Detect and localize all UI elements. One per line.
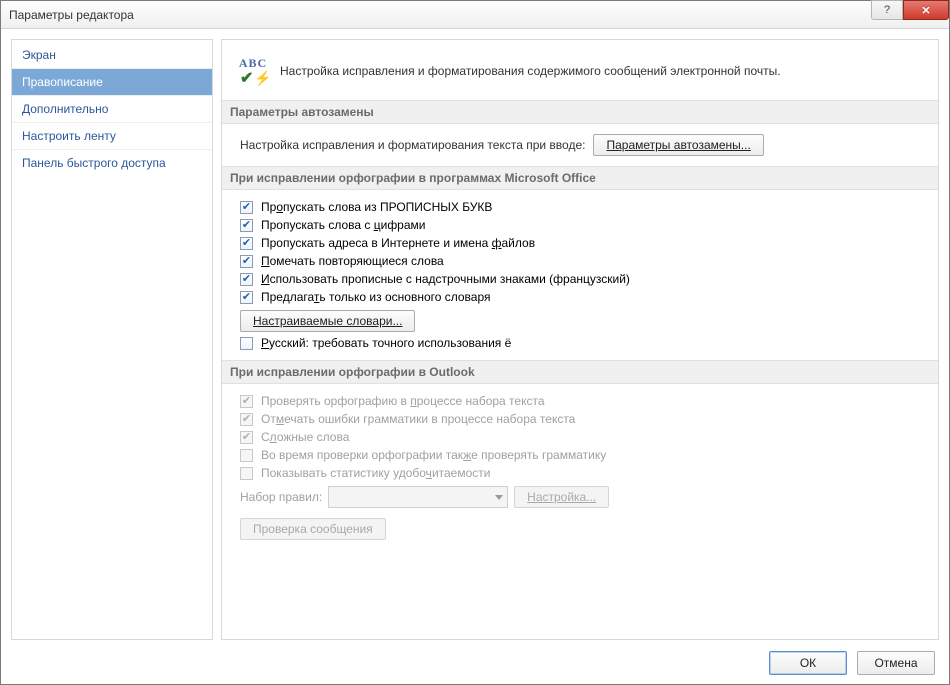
checkbox-icon <box>240 431 253 444</box>
chk-label: Проверять орфографию в процессе набора т… <box>261 394 545 408</box>
recheck-message-button: Проверка сообщения <box>240 518 386 540</box>
chk-grammar-with-spell: Во время проверки орфографии также прове… <box>240 448 924 462</box>
section-outlook-spell-header: При исправлении орфографии в Outlook <box>222 360 938 384</box>
ok-button[interactable]: ОК <box>769 651 847 675</box>
chk-label: Пропускать слова из ПРОПИСНЫХ БУКВ <box>261 200 492 214</box>
section-office-spell-header: При исправлении орфографии в программах … <box>222 166 938 190</box>
chk-label: Отмечать ошибки грамматики в процессе на… <box>261 412 575 426</box>
intro-row: ABC ✔⚡ Настройка исправления и форматиро… <box>236 56 924 86</box>
intro-text: Настройка исправления и форматирования с… <box>280 64 781 78</box>
checkbox-icon[interactable] <box>240 237 253 250</box>
editor-options-window: Параметры редактора ? ✕ Экран Правописан… <box>0 0 950 685</box>
close-button[interactable]: ✕ <box>903 0 949 20</box>
titlebar: Параметры редактора ? ✕ <box>1 1 949 29</box>
chevron-down-icon <box>495 495 503 500</box>
chk-readability: Показывать статистику удобочитаемости <box>240 466 924 480</box>
dialog-footer: ОК Отмена <box>1 640 949 684</box>
chk-russian-yo[interactable]: Русский: требовать точного использования… <box>240 336 924 350</box>
ruleset-settings-button: Настройка... <box>514 486 609 508</box>
chk-uppercase[interactable]: Пропускать слова из ПРОПИСНЫХ БУКВ <box>240 200 924 214</box>
checkbox-icon[interactable] <box>240 201 253 214</box>
chk-label: Пропускать слова с цифрами <box>261 218 426 232</box>
chk-grammar-typing: Отмечать ошибки грамматики в процессе на… <box>240 412 924 426</box>
checkbox-icon <box>240 413 253 426</box>
sidebar-item-quick-access[interactable]: Панель быстрого доступа <box>12 150 212 176</box>
chk-label: Помечать повторяющиеся слова <box>261 254 444 268</box>
chk-internet[interactable]: Пропускать адреса в Интернете и имена фа… <box>240 236 924 250</box>
ruleset-label: Набор правил: <box>240 490 322 504</box>
checkbox-icon <box>240 449 253 462</box>
ruleset-row: Набор правил: Настройка... <box>240 486 924 508</box>
checkbox-icon <box>240 467 253 480</box>
checkbox-icon[interactable] <box>240 291 253 304</box>
chk-label: Предлагать только из основного словаря <box>261 290 491 304</box>
chk-repeated[interactable]: Помечать повторяющиеся слова <box>240 254 924 268</box>
help-button[interactable]: ? <box>871 0 903 20</box>
ruleset-select <box>328 486 508 508</box>
sidebar-item-customize-ribbon[interactable]: Настроить ленту <box>12 123 212 150</box>
autocorrect-options-button[interactable]: Параметры автозамены... <box>593 134 763 156</box>
cancel-button[interactable]: Отмена <box>857 651 935 675</box>
section-autocorrect-header: Параметры автозамены <box>222 100 938 124</box>
chk-french-caps[interactable]: Использовать прописные с надстрочными зн… <box>240 272 924 286</box>
chk-complex-words: Сложные слова <box>240 430 924 444</box>
checkbox-icon[interactable] <box>240 255 253 268</box>
content-pane: ABC ✔⚡ Настройка исправления и форматиро… <box>221 39 939 640</box>
checkbox-icon[interactable] <box>240 219 253 232</box>
chk-label: Пропускать адреса в Интернете и имена фа… <box>261 236 535 250</box>
spellcheck-icon: ABC ✔⚡ <box>236 56 270 86</box>
chk-numbers[interactable]: Пропускать слова с цифрами <box>240 218 924 232</box>
window-buttons: ? ✕ <box>871 1 949 28</box>
sidebar-item-screen[interactable]: Экран <box>12 42 212 69</box>
sidebar: Экран Правописание Дополнительно Настрои… <box>11 39 213 640</box>
chk-check-typing: Проверять орфографию в процессе набора т… <box>240 394 924 408</box>
checkbox-icon <box>240 395 253 408</box>
chk-label: Сложные слова <box>261 430 349 444</box>
autocorrect-row: Настройка исправления и форматирования т… <box>240 134 924 156</box>
autocorrect-label: Настройка исправления и форматирования т… <box>240 138 585 152</box>
chk-label: Показывать статистику удобочитаемости <box>261 466 490 480</box>
chk-main-dict[interactable]: Предлагать только из основного словаря <box>240 290 924 304</box>
sidebar-item-advanced[interactable]: Дополнительно <box>12 96 212 123</box>
custom-dictionaries-button[interactable]: Настраиваемые словари... <box>240 310 415 332</box>
chk-label: Русский: требовать точного использования… <box>261 336 511 350</box>
checkbox-icon[interactable] <box>240 337 253 350</box>
chk-label: Во время проверки орфографии также прове… <box>261 448 606 462</box>
chk-label: Использовать прописные с надстрочными зн… <box>261 272 630 286</box>
window-title: Параметры редактора <box>9 8 871 22</box>
body-area: Экран Правописание Дополнительно Настрои… <box>1 29 949 640</box>
checkbox-icon[interactable] <box>240 273 253 286</box>
sidebar-item-spelling[interactable]: Правописание <box>12 69 212 96</box>
